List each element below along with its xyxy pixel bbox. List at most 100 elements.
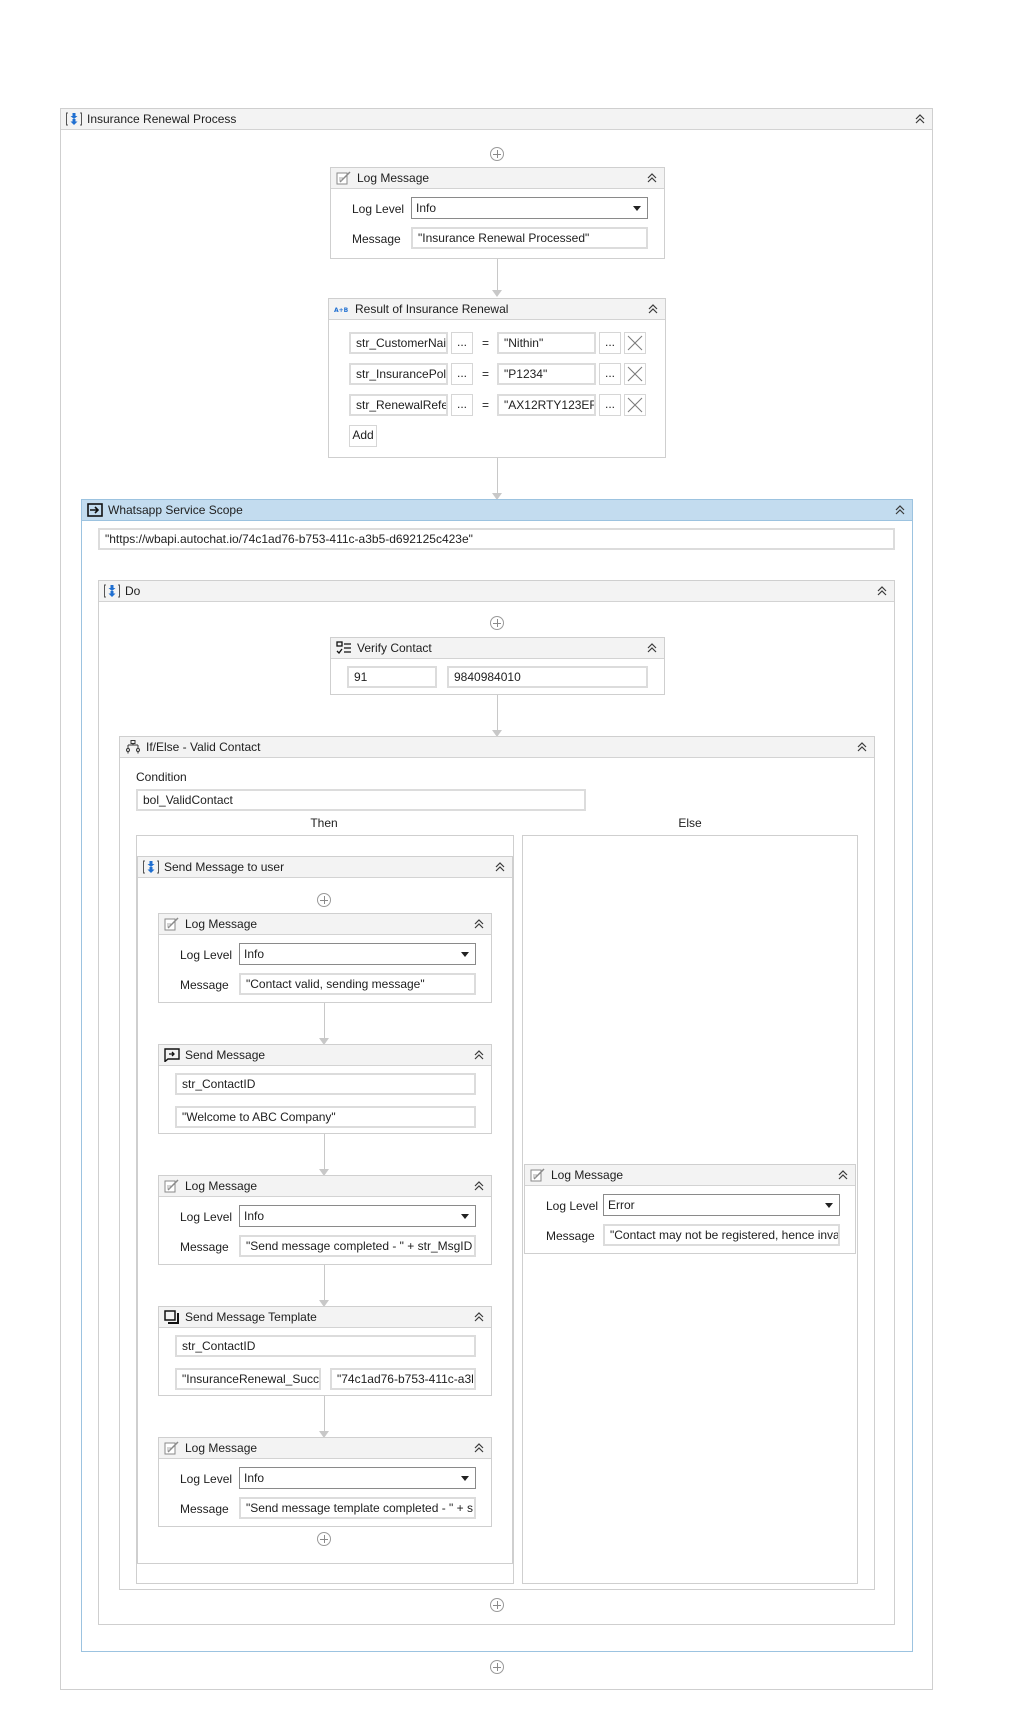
log-message-activity[interactable]: Log Message Log Level Info Message "Insu…: [330, 167, 665, 259]
delete-row-button[interactable]: [624, 332, 646, 354]
send-message-icon: [164, 1048, 180, 1062]
dropdown-arrow-icon: [461, 1476, 469, 1481]
multiple-assign-activity[interactable]: A+B Result of Insurance Renewal str_Cust…: [328, 298, 666, 458]
assign-value-input[interactable]: "Nithin": [497, 332, 596, 354]
send-message-template-activity[interactable]: Send Message Template str_ContactID "Ins…: [158, 1306, 492, 1396]
assign-value-input[interactable]: "AX12RTY123ERY: [497, 394, 596, 416]
add-activity-button[interactable]: [317, 893, 331, 907]
then-label: Then: [310, 816, 338, 830]
log-message-activity[interactable]: Log Message Log Level Info Message "Cont…: [158, 913, 492, 1003]
log-level-select[interactable]: Error: [603, 1194, 840, 1216]
add-activity-button[interactable]: [490, 616, 504, 630]
sequence-icon: [143, 860, 159, 874]
delete-row-button[interactable]: [624, 394, 646, 416]
message-input[interactable]: "Send message template completed - " + s: [239, 1497, 476, 1519]
log-message-icon: [164, 917, 180, 931]
assign-to-ellipsis-button[interactable]: ...: [451, 394, 473, 416]
equals-sign: =: [482, 398, 490, 412]
verify-contact-icon: [336, 641, 351, 654]
phone-number-input[interactable]: 9840984010: [447, 666, 648, 688]
country-code-input[interactable]: 91: [347, 666, 437, 688]
message-input[interactable]: "Contact may not be registered, hence in…: [603, 1224, 840, 1246]
log-level-select[interactable]: Info: [411, 197, 648, 219]
send-message-activity[interactable]: Send Message str_ContactID "Welcome to A…: [158, 1044, 492, 1134]
log-level-value: Info: [244, 1471, 265, 1485]
delete-row-button[interactable]: [624, 363, 646, 385]
contact-id-input[interactable]: str_ContactID: [175, 1073, 476, 1095]
collapse-icon[interactable]: [856, 740, 868, 754]
verify-contact-header: Verify Contact: [331, 638, 664, 659]
assign-to-ellipsis-button[interactable]: ...: [451, 363, 473, 385]
collapse-icon[interactable]: [894, 503, 906, 517]
collapse-icon[interactable]: [646, 641, 658, 655]
else-log-message-activity[interactable]: Log Message Log Level Error Message "Con…: [524, 1164, 856, 1254]
add-activity-button[interactable]: [490, 1660, 504, 1674]
message-label: Message: [352, 232, 401, 246]
collapse-icon[interactable]: [494, 860, 506, 874]
close-icon: [627, 397, 643, 413]
add-activity-button[interactable]: [490, 1598, 504, 1612]
log-level-label: Log Level: [180, 1210, 233, 1224]
collapse-icon[interactable]: [473, 1441, 485, 1455]
message-input[interactable]: "Contact valid, sending message": [239, 973, 476, 995]
collapse-icon[interactable]: [473, 1048, 485, 1062]
collapse-icon[interactable]: [473, 1179, 485, 1193]
if-else-icon: [126, 740, 140, 754]
log-message-title: Log Message: [357, 171, 430, 185]
connector-line: [324, 1265, 325, 1302]
assign-to-input[interactable]: str_RenewalRefei: [349, 394, 448, 416]
log-level-label: Log Level: [352, 202, 405, 216]
assign-to-ellipsis-button[interactable]: ...: [451, 332, 473, 354]
add-assign-button[interactable]: Add: [349, 425, 377, 447]
root-sequence-header[interactable]: Insurance Renewal Process: [61, 109, 932, 130]
if-else-title: If/Else - Valid Contact: [146, 740, 261, 754]
add-activity-button[interactable]: [317, 1532, 331, 1546]
sequence-icon: [66, 112, 82, 126]
log-message-activity[interactable]: Log Message Log Level Info Message "Send…: [158, 1175, 492, 1265]
assign-value-ellipsis-button[interactable]: ...: [599, 394, 621, 416]
collapse-icon[interactable]: [473, 1310, 485, 1324]
assign-value-input[interactable]: "P1234": [497, 363, 596, 385]
collapse-icon[interactable]: [646, 171, 658, 185]
multiple-assign-title: Result of Insurance Renewal: [355, 302, 509, 316]
connector-line: [497, 695, 498, 732]
log-level-value: Info: [416, 201, 437, 215]
message-text-input[interactable]: "Welcome to ABC Company": [175, 1106, 476, 1128]
root-sequence-title: Insurance Renewal Process: [87, 112, 237, 126]
dropdown-arrow-icon: [633, 206, 641, 211]
assign-to-input[interactable]: str_InsurancePol: [349, 363, 448, 385]
connector-line: [324, 1003, 325, 1040]
api-url-input[interactable]: "https://wbapi.autochat.io/74c1ad76-b753…: [98, 528, 895, 550]
send-message-to-user-title: Send Message to user: [164, 860, 285, 874]
assign-value-ellipsis-button[interactable]: ...: [599, 332, 621, 354]
assign-to-input[interactable]: str_CustomerNai: [349, 332, 448, 354]
collapse-icon[interactable]: [914, 112, 926, 126]
condition-input[interactable]: bol_ValidContact: [136, 789, 586, 811]
contact-id-input[interactable]: str_ContactID: [175, 1335, 476, 1357]
verify-contact-activity[interactable]: Verify Contact 91 9840984010: [330, 637, 665, 695]
message-input[interactable]: "Send message completed - " + str_MsgID: [239, 1235, 476, 1257]
add-activity-button[interactable]: [490, 147, 504, 161]
collapse-icon[interactable]: [837, 1168, 849, 1182]
log-message-header: Log Message: [331, 168, 664, 189]
message-label: Message: [546, 1229, 595, 1243]
dropdown-arrow-icon: [461, 1214, 469, 1219]
collapse-icon[interactable]: [647, 302, 659, 316]
send-template-icon: [164, 1310, 179, 1324]
log-level-select[interactable]: Info: [239, 1205, 476, 1227]
else-label: Else: [678, 816, 702, 830]
log-message-title: Log Message: [185, 917, 258, 931]
template-name-input[interactable]: "InsuranceRenewal_Succe: [175, 1368, 321, 1390]
collapse-icon[interactable]: [473, 917, 485, 931]
log-message-activity[interactable]: Log Message Log Level Info Message "Send…: [158, 1437, 492, 1527]
log-level-select[interactable]: Info: [239, 943, 476, 965]
log-message-header: Log Message: [159, 1176, 491, 1197]
assign-value-ellipsis-button[interactable]: ...: [599, 363, 621, 385]
collapse-icon[interactable]: [876, 584, 888, 598]
log-message-title: Log Message: [185, 1441, 258, 1455]
message-input[interactable]: "Insurance Renewal Processed": [411, 227, 648, 249]
message-label: Message: [180, 1240, 229, 1254]
template-id-input[interactable]: "74c1ad76-b753-411c-a3l: [330, 1368, 476, 1390]
log-level-select[interactable]: Info: [239, 1467, 476, 1489]
log-level-value: Error: [608, 1198, 635, 1212]
